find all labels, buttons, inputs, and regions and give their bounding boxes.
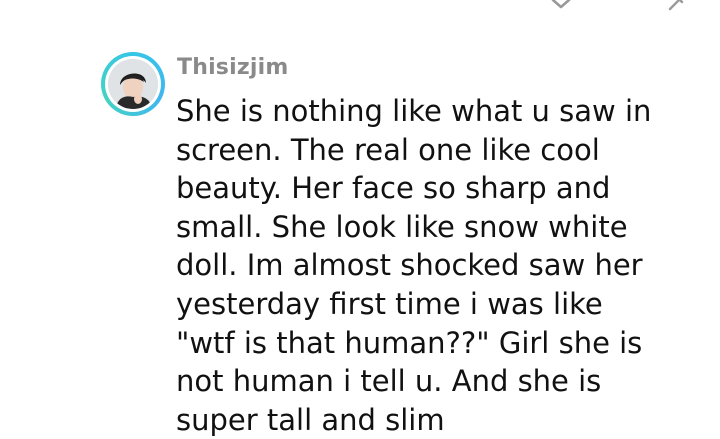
comment-text-line: small. She look like snow white xyxy=(176,209,628,244)
comment-text-line: She is nothing like what u saw in xyxy=(176,94,652,128)
avatar-image xyxy=(108,59,158,109)
profile-avatar xyxy=(108,59,158,109)
chevron-down-icon[interactable] xyxy=(549,0,573,14)
comment-text-line: "wtf is that human??" Girl she is xyxy=(176,325,643,360)
comment-text-line: beauty. Her face so sharp and xyxy=(176,171,611,206)
pencil-icon[interactable] xyxy=(664,0,688,14)
comment-text: She is nothing like what u saw in screen.… xyxy=(176,92,716,439)
comment-username[interactable]: Thisizjim xyxy=(177,55,288,80)
avatar-gap xyxy=(105,56,161,112)
comment-text-line: doll. Im almost shocked saw her xyxy=(176,248,643,283)
avatar[interactable] xyxy=(101,52,165,116)
comment-text-line: screen. The real one like cool xyxy=(176,132,600,167)
comment-text-line: yesterday first time i was like xyxy=(176,286,603,321)
comment-text-line: not human i tell u. And she is xyxy=(176,364,602,399)
top-toolbar-partial xyxy=(0,0,720,14)
comment-text-line: super tall and slim xyxy=(176,402,445,437)
